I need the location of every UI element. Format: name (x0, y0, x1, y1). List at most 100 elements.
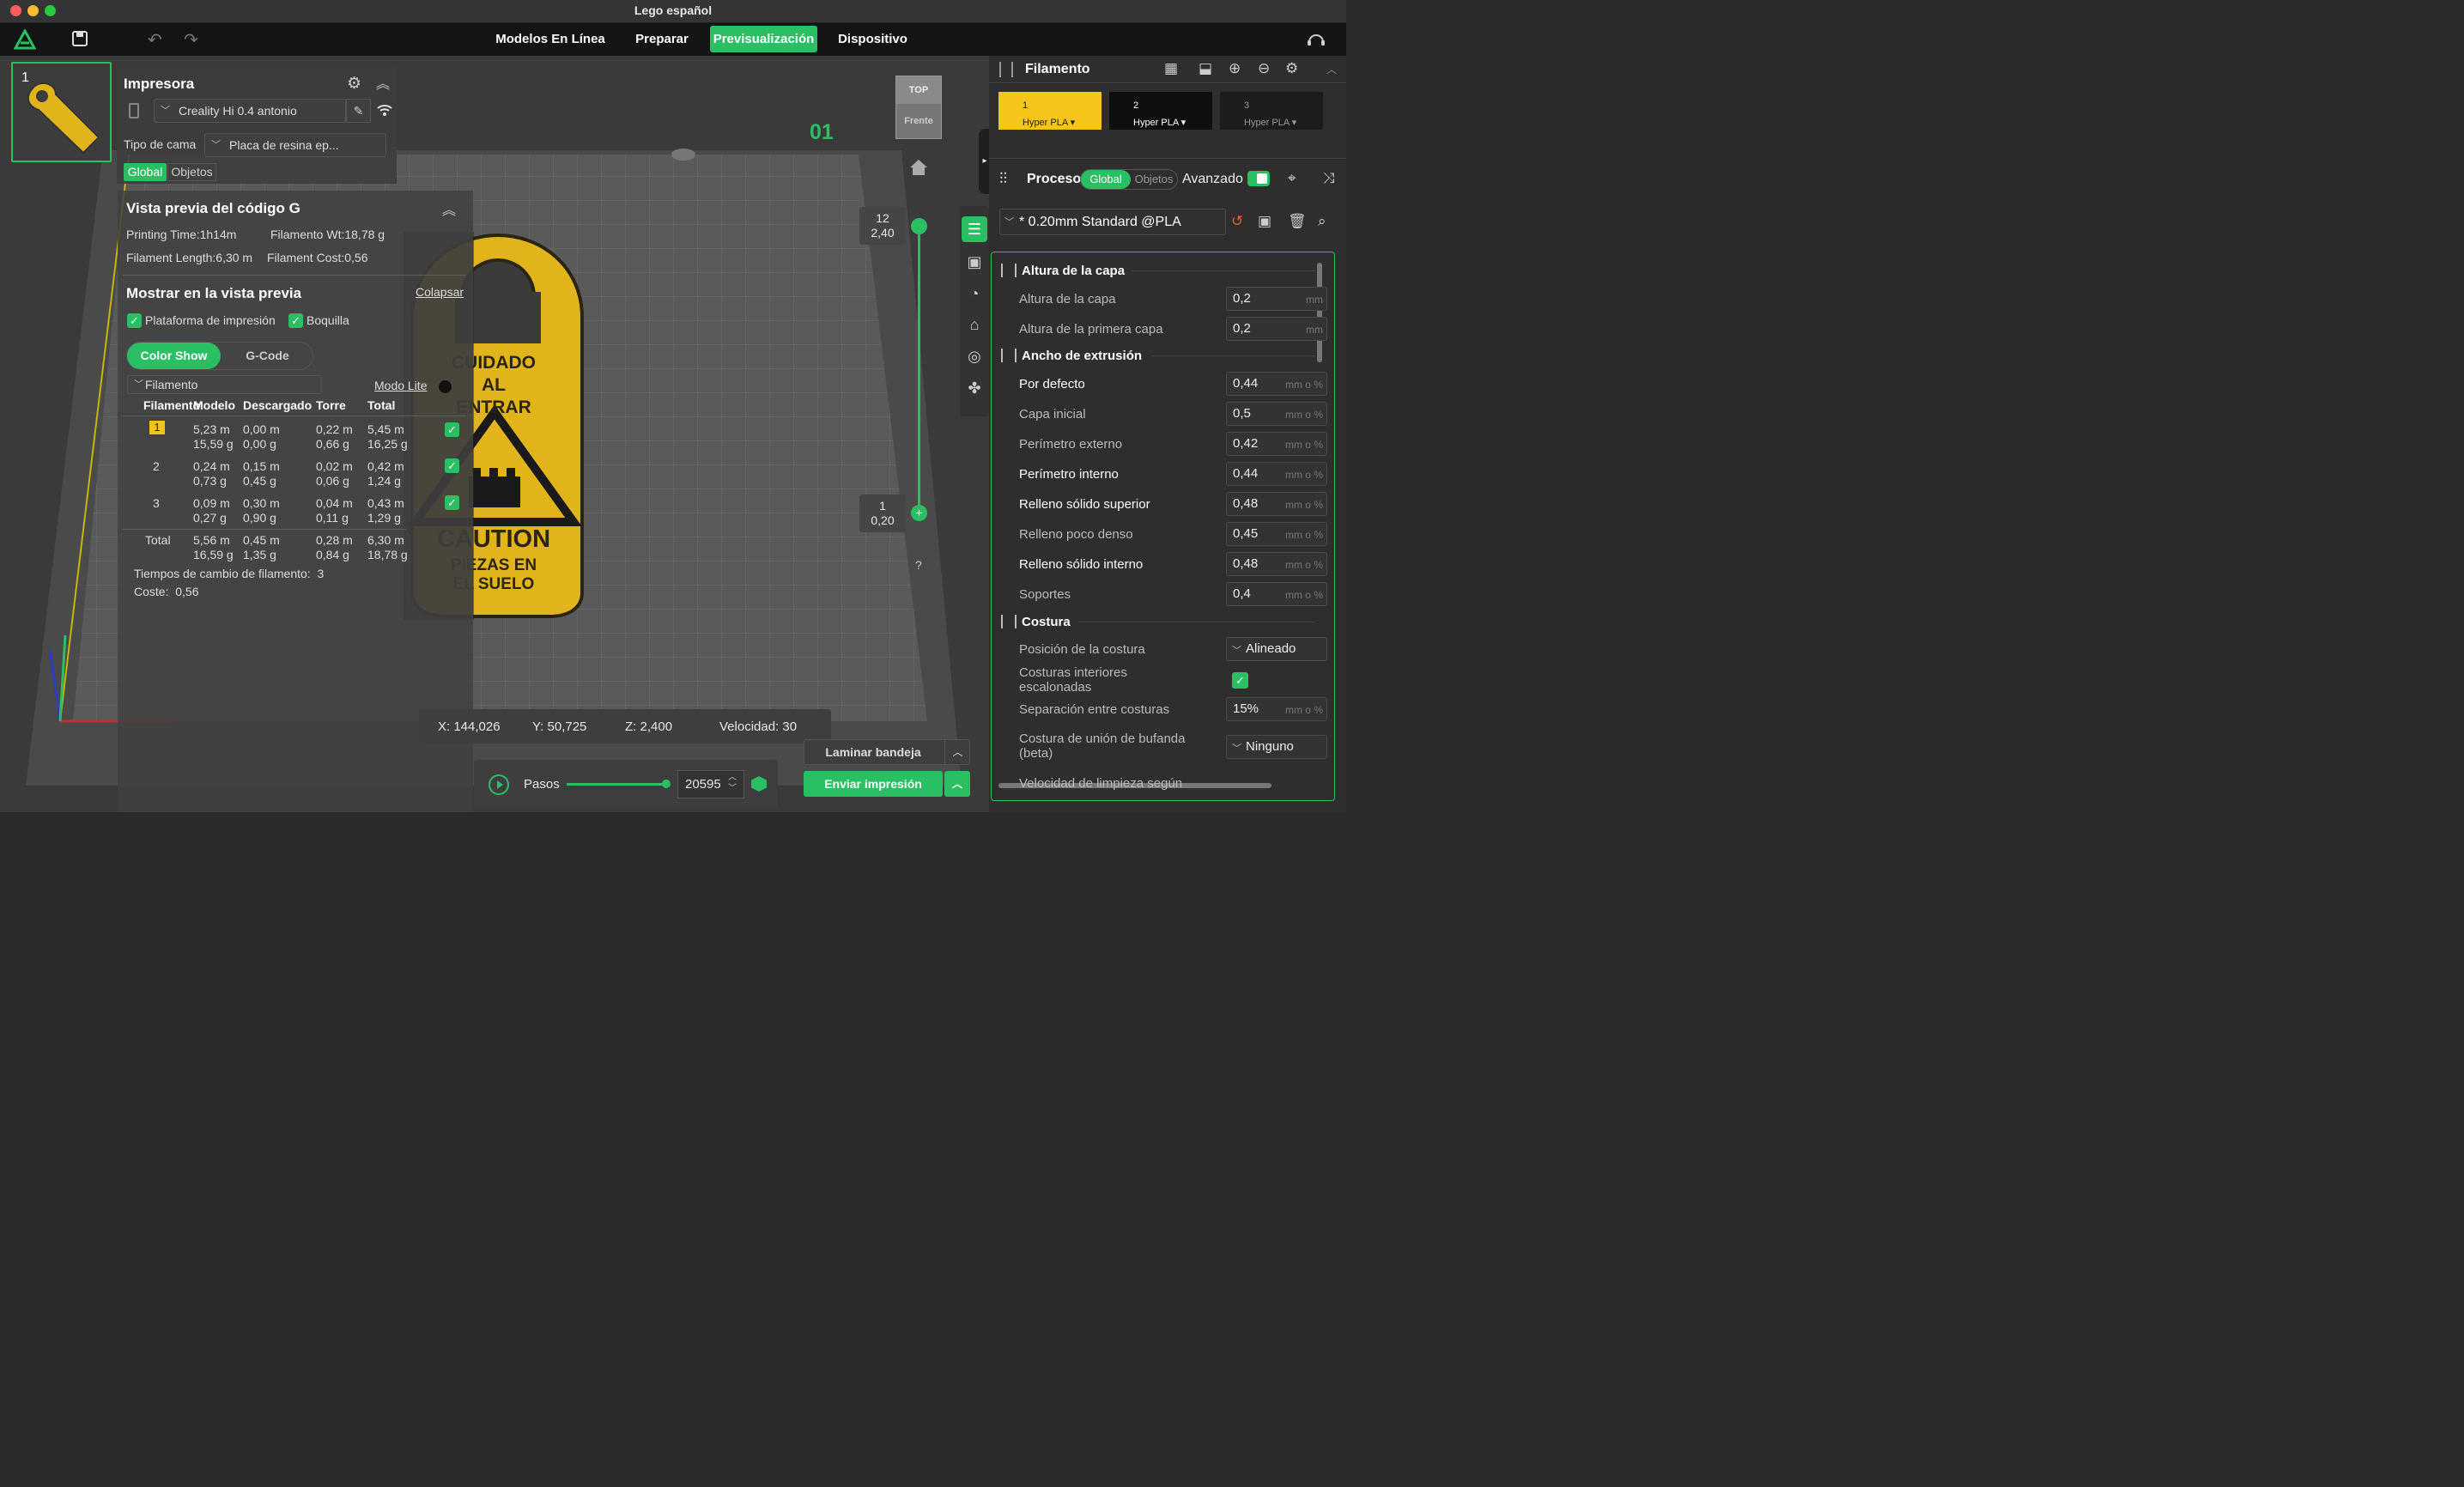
filament-slot-2[interactable]: 2 Hyper PLA ▾ (1109, 92, 1212, 130)
color-show-button[interactable]: Color Show (127, 343, 221, 369)
filament-view-select[interactable]: Filamento (127, 375, 322, 394)
plate-thumbnail[interactable]: 1 (11, 62, 112, 162)
tab-preview[interactable]: Previsualización (710, 26, 817, 52)
advanced-label: Avanzado (1182, 172, 1243, 186)
collapse-filament-chevron-icon[interactable]: ︿ (1326, 62, 1337, 76)
layer-slider-track[interactable] (918, 226, 920, 513)
support-width-label: Soportes (1019, 587, 1071, 602)
vertical-scrollbar[interactable] (1317, 263, 1322, 362)
process-tab-objects[interactable]: Objetos (1132, 170, 1176, 189)
filament-slot-3[interactable]: 3 Hyper PLA ▾ (1220, 92, 1323, 130)
layer-slider-top-handle[interactable] (911, 218, 927, 234)
support-view-icon[interactable]: ⌂ (962, 312, 987, 337)
save-project-icon[interactable] (72, 31, 88, 46)
add-filament-icon[interactable]: ⊕ (1229, 60, 1241, 77)
support-headset-icon[interactable] (1307, 30, 1326, 47)
steps-slider[interactable] (567, 783, 668, 786)
outer-wall-width-input[interactable]: 0,42 mm o % (1226, 432, 1327, 456)
redo-icon[interactable]: ↷ (184, 29, 198, 51)
send-print-button[interactable]: Enviar impresión (804, 771, 943, 797)
layer-slider-bottom-handle[interactable]: + (911, 505, 927, 521)
tab-device[interactable]: Dispositivo (831, 26, 914, 52)
printer-tab-objects[interactable]: Objetos (167, 163, 216, 181)
layers-view-icon[interactable]: ☰ (962, 216, 987, 242)
preset-chevron-down-icon: ﹀ (1004, 217, 1014, 228)
internal-solid-width-input[interactable]: 0,48 mm o % (1226, 552, 1327, 576)
filament-2-visible-checkbox[interactable]: ✓ (445, 458, 459, 473)
lite-mode-toggle[interactable] (439, 380, 452, 393)
slice-plate-button[interactable]: Laminar bandeja (804, 739, 943, 765)
steps-slider-handle[interactable] (662, 780, 671, 788)
home-view-icon[interactable] (908, 158, 929, 177)
lite-mode-link[interactable]: Modo Lite (374, 379, 427, 392)
advanced-toggle[interactable] (1247, 171, 1270, 186)
collapse-link[interactable]: Colapsar (416, 285, 464, 299)
outer-wall-width-label: Perímetro externo (1019, 437, 1123, 452)
staggered-seams-label: Costuras interiores escalonadas (1019, 665, 1127, 695)
printer-select[interactable]: Creality Hi 0.4 antonio (154, 99, 346, 123)
default-width-label: Por defecto (1019, 377, 1085, 391)
filament-extruder-icon[interactable]: ⬓ (1199, 60, 1212, 77)
process-compare-icon[interactable]: ⌖ (1288, 170, 1296, 187)
delete-preset-icon[interactable]: 🗑 (1288, 213, 1307, 230)
process-tab-global[interactable]: Global (1081, 170, 1131, 189)
divider (1132, 270, 1316, 271)
layer-height-input[interactable]: 0,2 mm (1226, 287, 1327, 311)
bed-type-select[interactable]: Placa de resina ep... (204, 133, 386, 157)
target-view-icon[interactable]: ◎ (962, 343, 987, 369)
nozzle-checkbox[interactable]: ✓ (288, 313, 303, 328)
seam-gap-input[interactable]: 15% mm o % (1226, 697, 1327, 721)
app-logo-icon[interactable] (13, 27, 37, 50)
first-layer-height-input[interactable]: 0,2 mm (1226, 317, 1327, 341)
filament-slot-1[interactable]: 1 Hyper PLA ▾ (998, 92, 1102, 130)
printer-tab-global[interactable]: Global (124, 163, 167, 181)
collapse-printer-chevron-icon[interactable]: ︽ (376, 72, 390, 93)
view-cube-top[interactable]: TOP (896, 76, 941, 104)
filament-sync-icon[interactable]: ▦ (1164, 60, 1178, 77)
play-icon[interactable] (489, 774, 509, 795)
remove-filament-icon[interactable]: ⊖ (1258, 60, 1270, 77)
sparse-infill-width-input[interactable]: 0,45 mm o % (1226, 522, 1327, 546)
steps-stepper-icon[interactable]: ︿ ﹀ (728, 772, 737, 794)
edit-printer-pencil-icon[interactable]: ✎ (346, 99, 371, 123)
filament-1-visible-checkbox[interactable]: ✓ (445, 422, 459, 437)
arrange-view-icon[interactable]: ✤ (962, 375, 987, 401)
printer-settings-gear-icon[interactable]: ⚙ (347, 74, 361, 94)
view-cube[interactable]: TOP Frente (895, 76, 942, 139)
search-icon[interactable]: ⌕ (1318, 213, 1326, 230)
layer-height-section-title: Altura de la capa (1022, 264, 1126, 278)
initial-layer-width-input[interactable]: 0,5 mm o % (1226, 402, 1327, 426)
platform-checkbox[interactable]: ✓ (127, 313, 142, 328)
inner-wall-width-input[interactable]: 0,44 mm o % (1226, 462, 1327, 486)
collapse-gcode-chevron-icon[interactable]: ︽ (442, 198, 456, 219)
filament-2-id: 2 (153, 459, 160, 473)
save-preset-icon[interactable]: ▣ (1258, 213, 1271, 230)
slice-view-icon[interactable]: ▣ (962, 249, 987, 275)
send-options-chevron-icon[interactable]: ︿ (944, 771, 970, 797)
undo-icon[interactable]: ↶ (148, 29, 162, 51)
process-preset-select[interactable]: * 0.20mm Standard @PLA (999, 209, 1226, 235)
tab-prepare[interactable]: Preparar (627, 26, 697, 52)
filament-settings-gear-icon[interactable]: ⚙ (1285, 60, 1298, 77)
filament-weight: Filamento Wt:18,78 g (270, 228, 385, 241)
filament-3-visible-checkbox[interactable]: ✓ (445, 495, 459, 510)
help-icon[interactable]: ? (915, 558, 922, 572)
wifi-icon[interactable] (376, 101, 393, 121)
speed-view-icon[interactable]: ◔ (962, 281, 987, 307)
staggered-seams-checkbox[interactable]: ✓ (1232, 672, 1248, 689)
view-cube-front[interactable]: Frente (896, 104, 941, 138)
slice-options-chevron-icon[interactable]: ︿ (944, 739, 970, 765)
table-row: 5,23 m 15,59 g (193, 422, 234, 451)
col-header-discard: Descargado (243, 398, 313, 412)
table-row: 0,00 m 0,00 g (243, 422, 280, 451)
process-title: Proceso (1027, 172, 1082, 186)
tab-online-models[interactable]: Modelos En Línea (489, 26, 611, 52)
col-header-total: Total (367, 398, 396, 412)
default-width-input[interactable]: 0,44 mm o % (1226, 372, 1327, 396)
bottom-layer-label: 1 0,20 (859, 495, 906, 532)
top-surface-width-input[interactable]: 0,48 mm o % (1226, 492, 1327, 516)
process-share-icon[interactable]: ⤨ (1323, 170, 1335, 187)
gcode-mode-button[interactable]: G-Code (222, 343, 313, 369)
reset-preset-icon[interactable]: ↺ (1231, 213, 1243, 230)
support-width-input[interactable]: 0,4 mm o % (1226, 582, 1327, 606)
